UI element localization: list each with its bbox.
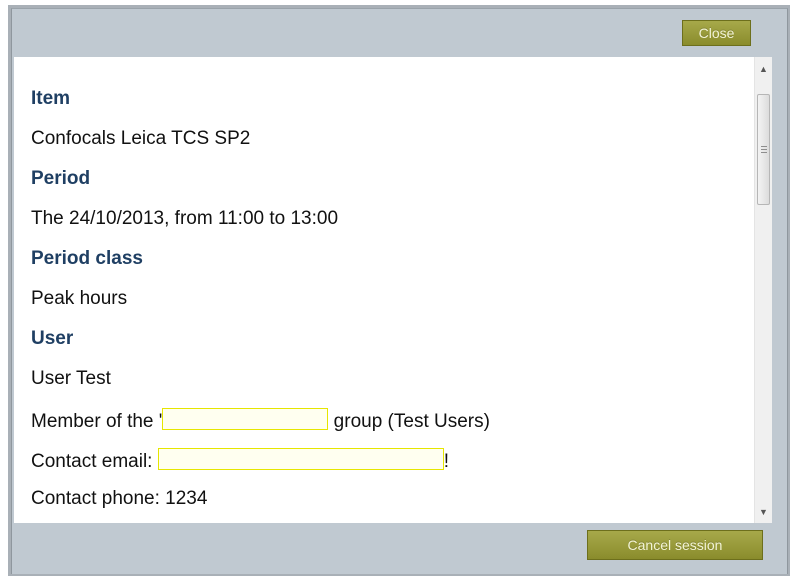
page-background: Close Item Confocals Leica TCS SP2 Perio… <box>0 0 790 576</box>
redacted-email <box>157 448 444 470</box>
member-suffix: group (Test Users) <box>328 411 490 432</box>
email-prefix: Contact email: <box>31 451 158 472</box>
user-heading: User <box>31 328 74 349</box>
period-class-value: Peak hours <box>31 288 128 309</box>
scroll-down-arrow-icon[interactable]: ▼ <box>755 503 772 520</box>
contact-email-line: Contact email: ! <box>31 448 449 473</box>
details-scroll-area[interactable]: Item Confocals Leica TCS SP2 Period The … <box>14 57 754 523</box>
scroll-thumb[interactable] <box>757 94 770 205</box>
close-button[interactable]: Close <box>682 20 751 46</box>
session-details-panel: Item Confocals Leica TCS SP2 Period The … <box>14 57 772 523</box>
item-value: Confocals Leica TCS SP2 <box>31 128 251 149</box>
member-prefix: Member of the ' <box>31 411 163 432</box>
vertical-scrollbar[interactable]: ▲ ▼ <box>754 57 772 523</box>
period-heading: Period <box>31 168 91 189</box>
cancel-session-button[interactable]: Cancel session <box>587 530 763 560</box>
email-suffix: ! <box>443 451 450 472</box>
period-value: The 24/10/2013, from 11:00 to 13:00 <box>31 208 339 229</box>
user-name: User Test <box>31 368 111 389</box>
redacted-group-name <box>162 408 329 430</box>
contact-phone: Contact phone: 1234 <box>31 488 208 509</box>
item-heading: Item <box>31 88 71 109</box>
period-class-heading: Period class <box>31 248 143 269</box>
scroll-grip-icon <box>760 146 767 153</box>
member-line: Member of the ' group (Test Users) <box>31 408 490 433</box>
scroll-up-arrow-icon[interactable]: ▲ <box>755 60 772 77</box>
